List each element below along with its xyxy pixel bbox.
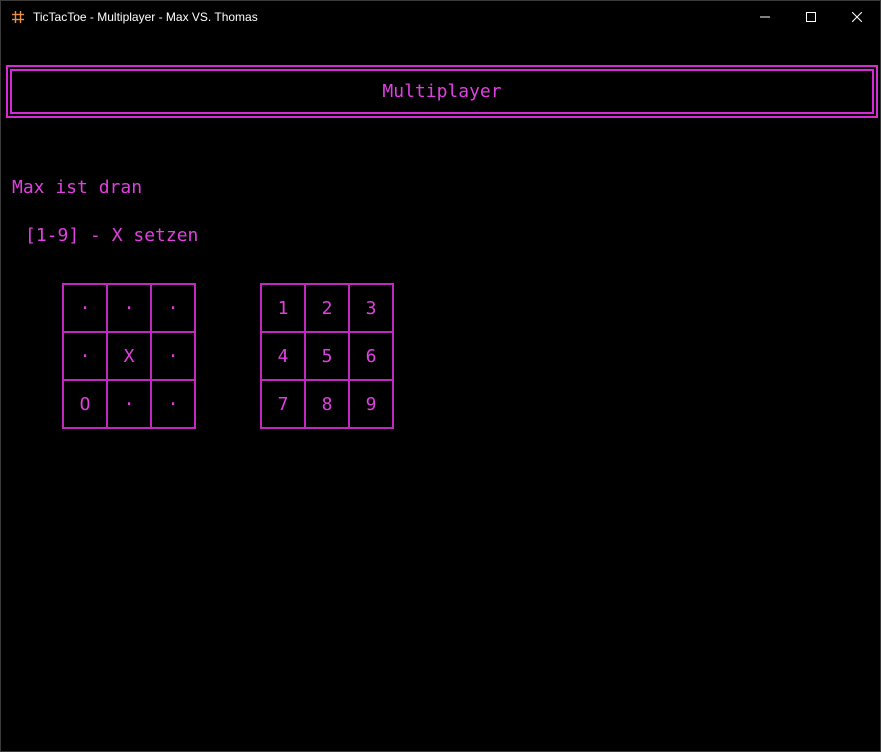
key-cell: 4 xyxy=(260,331,306,381)
close-icon xyxy=(852,11,862,22)
key-cell: 5 xyxy=(304,331,350,381)
maximize-button[interactable] xyxy=(788,1,834,32)
board-cell: · xyxy=(62,331,108,381)
board-cell: X xyxy=(106,331,152,381)
key-cell: 3 xyxy=(348,283,394,333)
window-title: TicTacToe - Multiplayer - Max VS. Thomas xyxy=(33,9,258,24)
minimize-button[interactable] xyxy=(742,1,788,32)
header-box: Multiplayer xyxy=(6,65,878,118)
board-cell: · xyxy=(150,283,196,333)
board-cell: · xyxy=(106,379,152,429)
key-grid: 1 2 3 4 5 6 7 8 9 xyxy=(260,283,394,429)
header-box-inner: Multiplayer xyxy=(10,69,874,114)
key-cell: 6 xyxy=(348,331,394,381)
turn-status: Max ist dran xyxy=(12,177,143,198)
key-cell: 2 xyxy=(304,283,350,333)
title-bar[interactable]: TicTacToe - Multiplayer - Max VS. Thomas xyxy=(1,1,880,32)
board-cell: · xyxy=(150,379,196,429)
board-cell: · xyxy=(62,283,108,333)
board-cell: · xyxy=(150,331,196,381)
maximize-icon xyxy=(806,11,816,22)
key-cell: 7 xyxy=(260,379,306,429)
key-cell: 8 xyxy=(304,379,350,429)
app-window: TicTacToe - Multiplayer - Max VS. Thomas xyxy=(0,0,881,752)
board-cell: O xyxy=(62,379,108,429)
key-cell: 1 xyxy=(260,283,306,333)
close-button[interactable] xyxy=(834,1,880,32)
game-board: · · · · X · O · · xyxy=(62,283,196,429)
page-title: Multiplayer xyxy=(382,81,502,102)
board-cell: · xyxy=(106,283,152,333)
input-hint: [1-9] - X setzen xyxy=(25,225,199,246)
key-cell: 9 xyxy=(348,379,394,429)
hash-icon xyxy=(12,10,24,23)
window-controls xyxy=(742,1,880,32)
minimize-icon xyxy=(760,16,770,17)
